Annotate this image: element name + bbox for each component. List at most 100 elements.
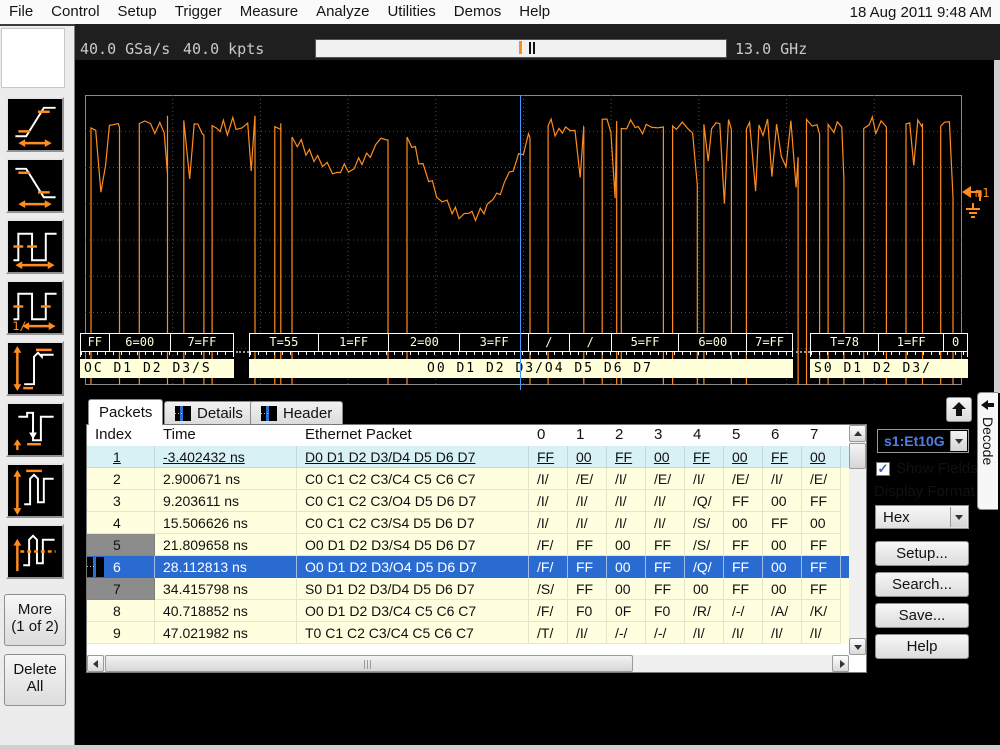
base-measure-button[interactable]: .w{stroke:#fff;stroke-width:2;fill:none}…: [6, 402, 64, 457]
measurement-sidebar: .w{stroke:#fff;stroke-width:2;fill:none}…: [0, 26, 76, 750]
cell-byte-4: /Q/: [685, 490, 724, 512]
menu-bar: FileControlSetupTriggerMeasureAnalyzeUti…: [0, 0, 1000, 26]
tab-packets[interactable]: Packets: [88, 399, 163, 425]
frequency-measure-button[interactable]: .w{stroke:#fff;stroke-width:2;fill:none}…: [6, 280, 64, 335]
packet-row-5[interactable]: 521.809658 nsO0 D1 D2 D3/S4 D5 D6 D7/F/F…: [87, 534, 849, 556]
column-header-3[interactable]: 3: [646, 425, 685, 446]
decode-lanes: O0 D1 D2 D3/O4 D5 D6 D7: [249, 359, 793, 378]
scroll-down-button[interactable]: [849, 638, 866, 655]
top-measure-button[interactable]: .w{stroke:#fff;stroke-width:2;fill:none}…: [6, 463, 64, 518]
menu-help[interactable]: Help: [510, 1, 559, 23]
menu-control[interactable]: Control: [42, 1, 108, 23]
cell-byte-6: /I/: [763, 468, 802, 490]
cell-byte-5: /E/: [724, 468, 763, 490]
scroll-right-button[interactable]: [832, 655, 849, 672]
cell-byte-6: 00: [763, 490, 802, 512]
column-header-0[interactable]: 0: [529, 425, 568, 446]
cell-byte-5: /-/: [724, 600, 763, 622]
cell-byte-0: /F/: [529, 556, 568, 578]
column-header-6[interactable]: 6: [763, 425, 802, 446]
horizontal-position-slider[interactable]: [315, 39, 727, 58]
decode-side-tab[interactable]: Decode: [977, 392, 998, 510]
packet-row-4[interactable]: 415.506626 nsC0 C1 C2 C3/S4 D5 D6 D7/I//…: [87, 512, 849, 534]
decode-ruler: [249, 352, 793, 357]
vertical-scrollbar[interactable]: [849, 425, 866, 655]
bottom-edge-strip: [0, 745, 1000, 750]
vertical-scroll-thumb[interactable]: [849, 443, 866, 469]
horizontal-scrollbar[interactable]: [87, 655, 849, 672]
column-header-index[interactable]: Index: [87, 425, 155, 446]
save-button[interactable]: Save...: [875, 603, 969, 628]
cell-byte-3: FF: [646, 578, 685, 600]
cell-byte-2: /I/: [607, 490, 646, 512]
menu-demos[interactable]: Demos: [445, 1, 511, 23]
amplitude-measure-button[interactable]: .w{stroke:#fff;stroke-width:2;fill:none}…: [6, 341, 64, 396]
cell-byte-7: FF: [802, 490, 841, 512]
cell-byte-0: /I/: [529, 468, 568, 490]
packet-row-6[interactable]: 628.112813 nsO0 D1 D2 D3/O4 D5 D6 D7/F/F…: [87, 556, 849, 578]
cell-byte-0: FF: [529, 446, 568, 468]
collapse-panel-button[interactable]: [946, 397, 972, 422]
pulse-width-measure-button[interactable]: .w{stroke:#fff;stroke-width:2;fill:none}…: [6, 219, 64, 274]
menu-analyze[interactable]: Analyze: [307, 1, 378, 23]
cell-byte-2: FF: [607, 446, 646, 468]
cell-packet: D0 D1 D2 D3/D4 D5 D6 D7: [297, 446, 529, 468]
cell-byte-0: /S/: [529, 578, 568, 600]
decode-fields: T=551=FF2=003=FF//5=FF6=007=FF: [249, 333, 793, 352]
search-button[interactable]: Search...: [875, 572, 969, 597]
cell-byte-6: 00: [763, 578, 802, 600]
cell-byte-3: /I/: [646, 490, 685, 512]
scroll-up-button[interactable]: [849, 425, 866, 442]
delete-all-button[interactable]: Delete All: [4, 654, 66, 706]
more-button[interactable]: More (1 of 2): [4, 594, 66, 646]
cell-byte-3: 00: [646, 446, 685, 468]
menu-file[interactable]: File: [0, 1, 42, 23]
marker-m1-icon[interactable]: m1: [961, 182, 995, 226]
time-cursor[interactable]: [520, 95, 521, 390]
tab-details[interactable]: Details: [164, 401, 254, 425]
packet-row-8[interactable]: 840.718852 nsO0 D1 D2 D3/C4 C5 C6 C7/F/F…: [87, 600, 849, 622]
decode-source-select[interactable]: s1:Et10G: [877, 429, 969, 453]
cell-byte-6: FF: [763, 446, 802, 468]
pulse-width-icon: .w{stroke:#fff;stroke-width:2;fill:none}…: [8, 221, 62, 272]
packet-row-3[interactable]: 39.203611 nsC0 C1 C2 C3/O4 D5 D6 D7/I//I…: [87, 490, 849, 512]
column-header-ethernet-packet[interactable]: Ethernet Packet: [297, 425, 529, 446]
menu-trigger[interactable]: Trigger: [166, 1, 231, 23]
top-icon: .w{stroke:#fff;stroke-width:2;fill:none}…: [8, 465, 62, 516]
decode-side-tab-label: Decode: [980, 417, 996, 465]
cell-byte-7: 00: [802, 446, 841, 468]
setup-button[interactable]: Setup...: [875, 541, 969, 566]
cell-byte-2: /I/: [607, 512, 646, 534]
tab-header[interactable]: Header: [250, 401, 343, 425]
column-header-4[interactable]: 4: [685, 425, 724, 446]
menu-utilities[interactable]: Utilities: [378, 1, 444, 23]
bandwidth-label: 13.0 GHz: [735, 40, 807, 58]
packet-row-9[interactable]: 947.021982 nsT0 C1 C2 C3/C4 C5 C6 C7/T//…: [87, 622, 849, 644]
average-measure-button[interactable]: .w{stroke:#fff;stroke-width:2;fill:none}…: [6, 524, 64, 579]
cell-byte-7: FF: [802, 534, 841, 556]
packet-row-1[interactable]: 1-3.402432 nsD0 D1 D2 D3/D4 D5 D6 D7FF00…: [87, 446, 849, 468]
fall-time-measure-button[interactable]: .w{stroke:#fff;stroke-width:2;fill:none}…: [6, 158, 64, 213]
packet-row-2[interactable]: 22.900671 nsC0 C1 C2 C3/C4 C5 C6 C7/I//E…: [87, 468, 849, 490]
display-format-select[interactable]: Hex: [875, 505, 969, 529]
decode-field: /: [528, 334, 569, 351]
cell-byte-0: /I/: [529, 490, 568, 512]
menu-items: FileControlSetupTriggerMeasureAnalyzeUti…: [0, 1, 559, 23]
cell-byte-4: /I/: [685, 468, 724, 490]
column-header-time[interactable]: Time: [155, 425, 297, 446]
column-header-7[interactable]: 7: [802, 425, 841, 446]
cell-index: 3: [87, 490, 155, 512]
help-button[interactable]: Help: [875, 634, 969, 659]
column-header-1[interactable]: 1: [568, 425, 607, 446]
menu-measure[interactable]: Measure: [231, 1, 307, 23]
column-header-5[interactable]: 5: [724, 425, 763, 446]
scroll-left-button[interactable]: [87, 655, 104, 672]
packet-row-7[interactable]: 734.415798 nsS0 D1 D2 D3/D4 D5 D6 D7/S/F…: [87, 578, 849, 600]
show-fields-checkbox[interactable]: ✓: [876, 462, 890, 476]
cell-byte-1: /I/: [568, 512, 607, 534]
horizontal-scroll-thumb[interactable]: [105, 655, 633, 672]
column-header-2[interactable]: 2: [607, 425, 646, 446]
rise-time-measure-button[interactable]: .w{stroke:#fff;stroke-width:2;fill:none}…: [6, 97, 64, 152]
cell-packet: O0 D1 D2 D3/S4 D5 D6 D7: [297, 534, 529, 556]
menu-setup[interactable]: Setup: [109, 1, 166, 23]
